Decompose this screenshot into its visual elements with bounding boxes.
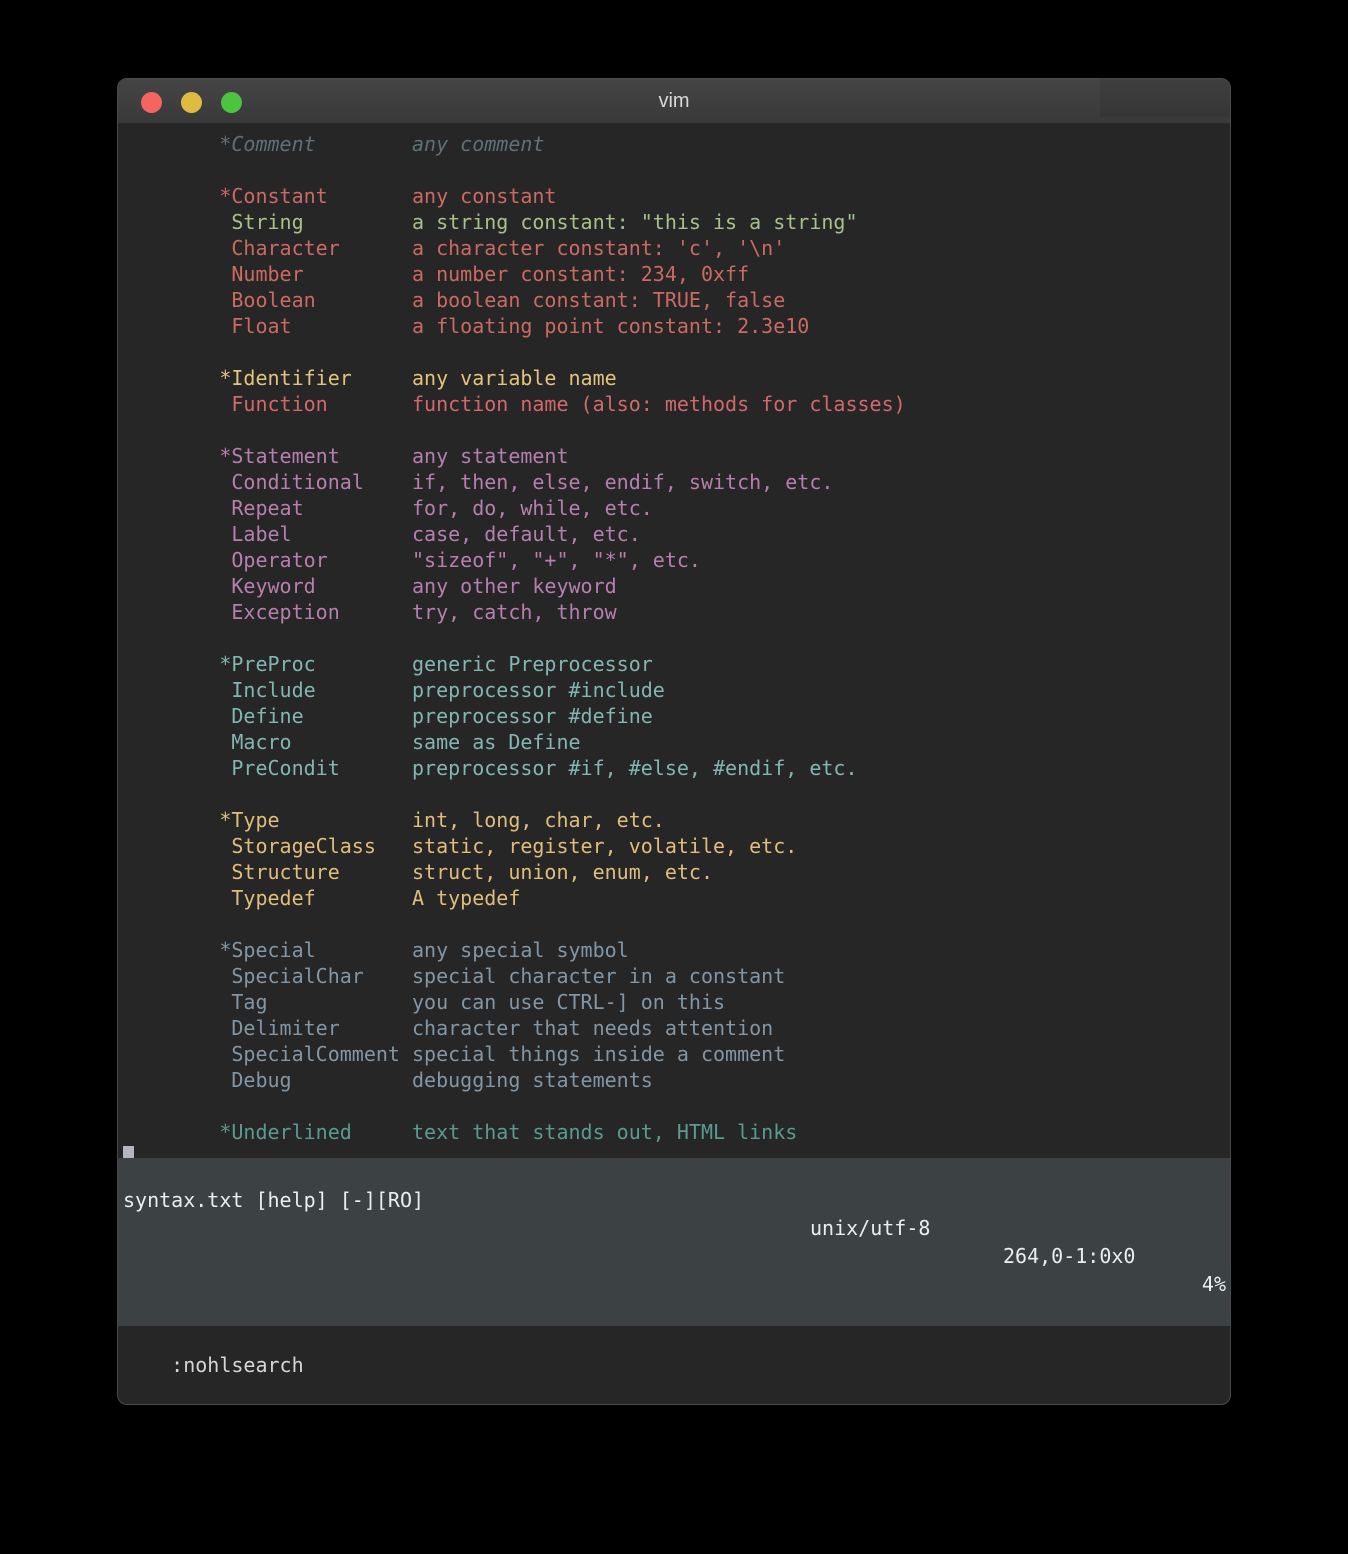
buffer-line: *Comment any comment [123,131,1230,157]
buffer-line: Exception try, catch, throw [123,599,1230,625]
buffer-line: Character a character constant: 'c', '\n… [123,235,1230,261]
buffer-text-segment: SpecialChar special character in a const… [123,964,785,988]
buffer-line: Macro same as Define [123,729,1230,755]
buffer-text-segment: Delimiter character that needs attention [123,1016,773,1040]
buffer-line: Debug debugging statements [123,1067,1230,1093]
statusline-cursor-position: 264,0-1:0x0 [1003,1242,1135,1270]
buffer-line: Operator "sizeof", "+", "*", etc. [123,547,1230,573]
buffer-text-segment: StorageClass static, register, volatile,… [123,834,797,858]
buffer-line: Define preprocessor #define [123,703,1230,729]
buffer-text-segment: *PreProc generic Preprocessor [123,652,653,676]
statusline: syntax.txt [help] [-][RO] unix/utf-8 264… [118,1158,1230,1326]
buffer-text-segment: *Constant any constant [123,184,556,208]
buffer-text-segment: *Comment any comment [123,132,544,156]
buffer-text-segment: String a string constant: "this is a str… [123,210,858,234]
vim-window: vim *Comment any comment *Constant any c… [117,78,1231,1405]
window-title: vim [118,79,1230,123]
buffer-text-segment: *Special any special symbol [123,938,629,962]
buffer-line: *Type int, long, char, etc. [123,807,1230,833]
buffer-text-segment: *Identifier any variable name [123,366,617,390]
buffer-text-segment: Include preprocessor #include [123,678,665,702]
command-text: :nohlsearch [171,1353,303,1377]
buffer-text-segment: *Statement any statement [123,444,569,468]
buffer-line: *Constant any constant [123,183,1230,209]
buffer-line: Typedef A typedef [123,885,1230,911]
buffer-line: *Special any special symbol [123,937,1230,963]
command-line[interactable]: :nohlsearch [118,1326,1230,1404]
buffer-line [123,781,1230,807]
buffer-line: String a string constant: "this is a str… [123,209,1230,235]
buffer-line: Structure struct, union, enum, etc. [123,859,1230,885]
buffer-line [123,1093,1230,1119]
buffer-line: *PreProc generic Preprocessor [123,651,1230,677]
buffer-line: Tag you can use CTRL-] on this [123,989,1230,1015]
buffer-text-segment: Keyword any other keyword [123,574,617,598]
buffer-text-segment: Macro same as Define [123,730,581,754]
terminal-buffer[interactable]: *Comment any comment *Constant any const… [118,124,1230,1158]
buffer-text-segment: Structure struct, union, enum, etc. [123,860,713,884]
buffer-line [123,157,1230,183]
buffer-line [123,911,1230,937]
buffer-line [123,417,1230,443]
buffer-text-segment: Function function name (also: methods fo… [123,392,906,416]
buffer-text-segment: *Underlined text that stands out, HTML l… [123,1120,797,1144]
buffer-line: Delimiter character that needs attention [123,1015,1230,1041]
buffer-text-segment: Tag you can use CTRL-] on this [123,990,725,1014]
buffer-text-segment: Define preprocessor #define [123,704,653,728]
buffer-line: SpecialChar special character in a const… [123,963,1230,989]
buffer-text-segment: Typedef A typedef [123,886,520,910]
buffer-line: Include preprocessor #include [123,677,1230,703]
buffer-line: Float a floating point constant: 2.3e10 [123,313,1230,339]
buffer-text-segment: Boolean a boolean constant: TRUE, false [123,288,785,312]
buffer-text-segment: Repeat for, do, while, etc. [123,496,653,520]
buffer-text-segment: Character a character constant: 'c', '\n… [123,236,785,260]
buffer-line [123,339,1230,365]
statusline-scroll-percent: 4% [1202,1270,1226,1298]
buffer-line: Label case, default, etc. [123,521,1230,547]
buffer-text-segment: Conditional if, then, else, endif, switc… [123,470,833,494]
buffer-line [123,1145,1230,1158]
buffer-line: Conditional if, then, else, endif, switc… [123,469,1230,495]
buffer-text-segment: Number a number constant: 234, 0xff [123,262,749,286]
titlebar[interactable]: vim [118,79,1230,124]
buffer-line: PreCondit preprocessor #if, #else, #endi… [123,755,1230,781]
buffer-text-segment: SpecialComment special things inside a c… [123,1042,785,1066]
buffer-text-segment: *Type int, long, char, etc. [123,808,665,832]
buffer-line: *Identifier any variable name [123,365,1230,391]
buffer-text-segment: Exception try, catch, throw [123,600,617,624]
buffer-line: *Statement any statement [123,443,1230,469]
cursor-block [123,1146,134,1158]
buffer-line: Number a number constant: 234, 0xff [123,261,1230,287]
buffer-text-segment: Float a floating point constant: 2.3e10 [123,314,809,338]
buffer-line: Keyword any other keyword [123,573,1230,599]
buffer-line: Repeat for, do, while, etc. [123,495,1230,521]
buffer-text-segment: Label case, default, etc. [123,522,641,546]
buffer-line [123,625,1230,651]
buffer-text-segment: Operator "sizeof", "+", "*", etc. [123,548,701,572]
buffer-line: Function function name (also: methods fo… [123,391,1230,417]
buffer-text-segment: PreCondit preprocessor #if, #else, #endi… [123,756,858,780]
buffer-line: *Underlined text that stands out, HTML l… [123,1119,1230,1145]
buffer-line: StorageClass static, register, volatile,… [123,833,1230,859]
buffer-text-segment: Debug debugging statements [123,1068,653,1092]
buffer-line: SpecialComment special things inside a c… [123,1041,1230,1067]
buffer-line: Boolean a boolean constant: TRUE, false [123,287,1230,313]
statusline-file-info: syntax.txt [help] [-][RO] [123,1186,424,1214]
statusline-encoding: unix/utf-8 [810,1214,930,1242]
